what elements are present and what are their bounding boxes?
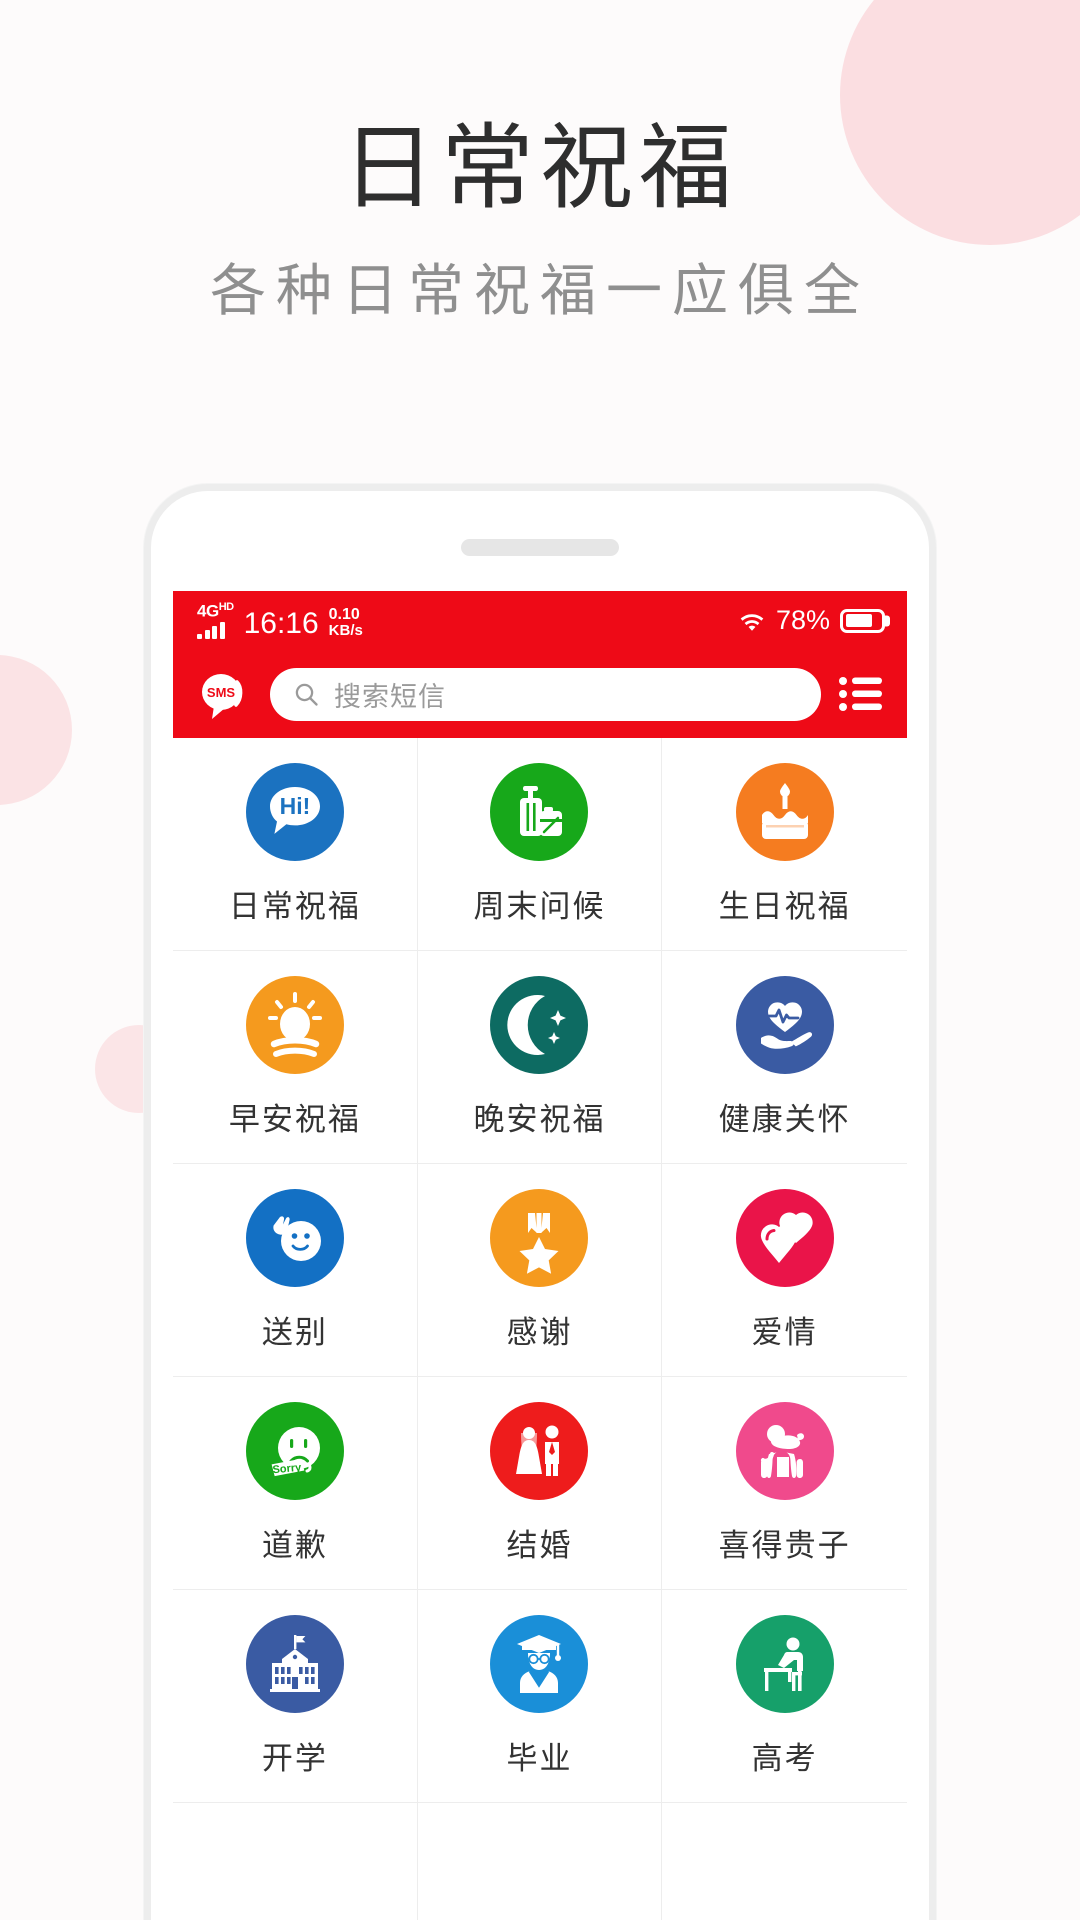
battery-percent-label: 78%	[775, 605, 830, 635]
grid-item-morning-blessing[interactable]: 早安祝福	[173, 951, 418, 1164]
grid-item-farewell[interactable]: 送别	[173, 1164, 418, 1377]
sunrise-icon	[245, 975, 344, 1074]
grid-item-placeholder[interactable]	[417, 1803, 663, 1920]
graduate-icon	[490, 1614, 589, 1713]
baby-in-hands-icon	[735, 1401, 834, 1500]
grid-item-placeholder[interactable]	[173, 1803, 418, 1920]
decorative-blob-left-upper	[0, 655, 72, 805]
sorry-sad-face-icon: Sorry	[245, 1401, 344, 1500]
grid-item-health-care[interactable]: 健康关怀	[662, 951, 907, 1164]
grid-item-label: 周末问候	[473, 888, 606, 924]
svg-text:Sorry: Sorry	[272, 1461, 303, 1476]
signal-bars-icon: 4GHD	[197, 602, 234, 639]
grid-item-label: 健康关怀	[718, 1101, 851, 1137]
status-bar: 4GHD 16:16 0.10 KB/s 78%	[173, 591, 907, 650]
school-building-icon	[245, 1614, 344, 1713]
search-placeholder: 搜索短信	[334, 681, 446, 712]
grid-item-graduation[interactable]: 毕业	[417, 1590, 663, 1803]
network-type-label: 4G	[197, 601, 219, 621]
luggage-icon	[490, 762, 589, 861]
status-bar-right: 78%	[738, 605, 885, 636]
grid-item-label: 晚安祝福	[473, 1101, 606, 1137]
grid-item-placeholder[interactable]	[662, 1803, 907, 1920]
grid-item-weekend-greeting[interactable]: 周末问候	[417, 738, 663, 951]
heart-hand-icon	[735, 975, 834, 1074]
grid-item-label: 感谢	[506, 1314, 573, 1350]
grid-item-label: 爱情	[751, 1314, 818, 1350]
phone-mockup: 4GHD 16:16 0.10 KB/s 78% SMS 搜索短信 Hi! 日常…	[144, 484, 936, 1920]
grid-item-love[interactable]: 爱情	[662, 1164, 907, 1377]
sms-bubble-icon[interactable]: SMS	[197, 666, 253, 722]
page-title: 日常祝福	[342, 116, 738, 220]
network-speed-unit: KB/s	[328, 622, 363, 640]
moon-stars-icon	[490, 975, 589, 1074]
network-speed: 0.10 KB/s	[328, 605, 363, 640]
bride-groom-icon	[490, 1401, 589, 1500]
phone-speaker	[461, 539, 619, 556]
battery-icon	[840, 608, 885, 633]
medal-star-icon	[490, 1188, 589, 1287]
grid-item-label: 喜得贵子	[718, 1527, 851, 1563]
grid-item-label: 高考	[751, 1740, 818, 1776]
birthday-cake-icon	[735, 762, 834, 861]
grid-item-label: 生日祝福	[718, 888, 851, 924]
grid-item-apology[interactable]: Sorry 道歉	[173, 1377, 418, 1590]
grid-item-goodnight-blessing[interactable]: 晚安祝福	[417, 951, 663, 1164]
grid-item-label: 开学	[261, 1740, 328, 1776]
page-subtitle: 各种日常祝福一应俱全	[210, 261, 870, 323]
grid-item-label: 送别	[261, 1314, 328, 1350]
bulleted-list-icon[interactable]	[838, 675, 883, 713]
waving-face-icon	[245, 1188, 344, 1287]
grid-item-wedding[interactable]: 结婚	[417, 1377, 663, 1590]
two-hearts-icon	[735, 1188, 834, 1287]
category-grid: Hi! 日常祝福 周末问候 生日祝福 早安祝福 晚安祝福 健康关怀 送别 感谢 …	[173, 738, 907, 1920]
grid-item-label: 结婚	[506, 1527, 573, 1563]
status-bar-clock: 16:16	[243, 606, 319, 640]
promo-page: 日常祝福 各种日常祝福一应俱全 4GHD 16:16 0.10 KB/s 78%…	[0, 0, 1080, 1920]
wifi-icon	[738, 610, 766, 632]
status-bar-left: 4GHD 16:16 0.10 KB/s	[197, 602, 363, 639]
grid-item-birthday-blessing[interactable]: 生日祝福	[662, 738, 907, 951]
phone-screen: 4GHD 16:16 0.10 KB/s 78% SMS 搜索短信 Hi! 日常…	[173, 591, 907, 1920]
svg-text:SMS: SMS	[207, 685, 236, 700]
network-hd-label: HD	[218, 601, 234, 614]
grid-item-label: 道歉	[261, 1527, 328, 1563]
app-header: SMS 搜索短信	[173, 650, 907, 738]
grid-item-thanks[interactable]: 感谢	[417, 1164, 663, 1377]
grid-item-newborn[interactable]: 喜得贵子	[662, 1377, 907, 1590]
grid-item-college-exam[interactable]: 高考	[662, 1590, 907, 1803]
search-input[interactable]: 搜索短信	[270, 667, 821, 721]
grid-item-daily-blessing[interactable]: Hi! 日常祝福	[173, 738, 418, 951]
grid-item-label: 早安祝福	[228, 1101, 361, 1137]
grid-item-school-start[interactable]: 开学	[173, 1590, 418, 1803]
network-speed-value: 0.10	[328, 605, 360, 623]
grid-item-label: 日常祝福	[228, 888, 361, 924]
student-desk-icon	[735, 1614, 834, 1713]
grid-item-label: 毕业	[506, 1740, 573, 1776]
search-icon	[294, 682, 319, 707]
hi-speech-bubble-icon: Hi!	[245, 762, 344, 861]
svg-text:Hi!: Hi!	[279, 793, 310, 819]
